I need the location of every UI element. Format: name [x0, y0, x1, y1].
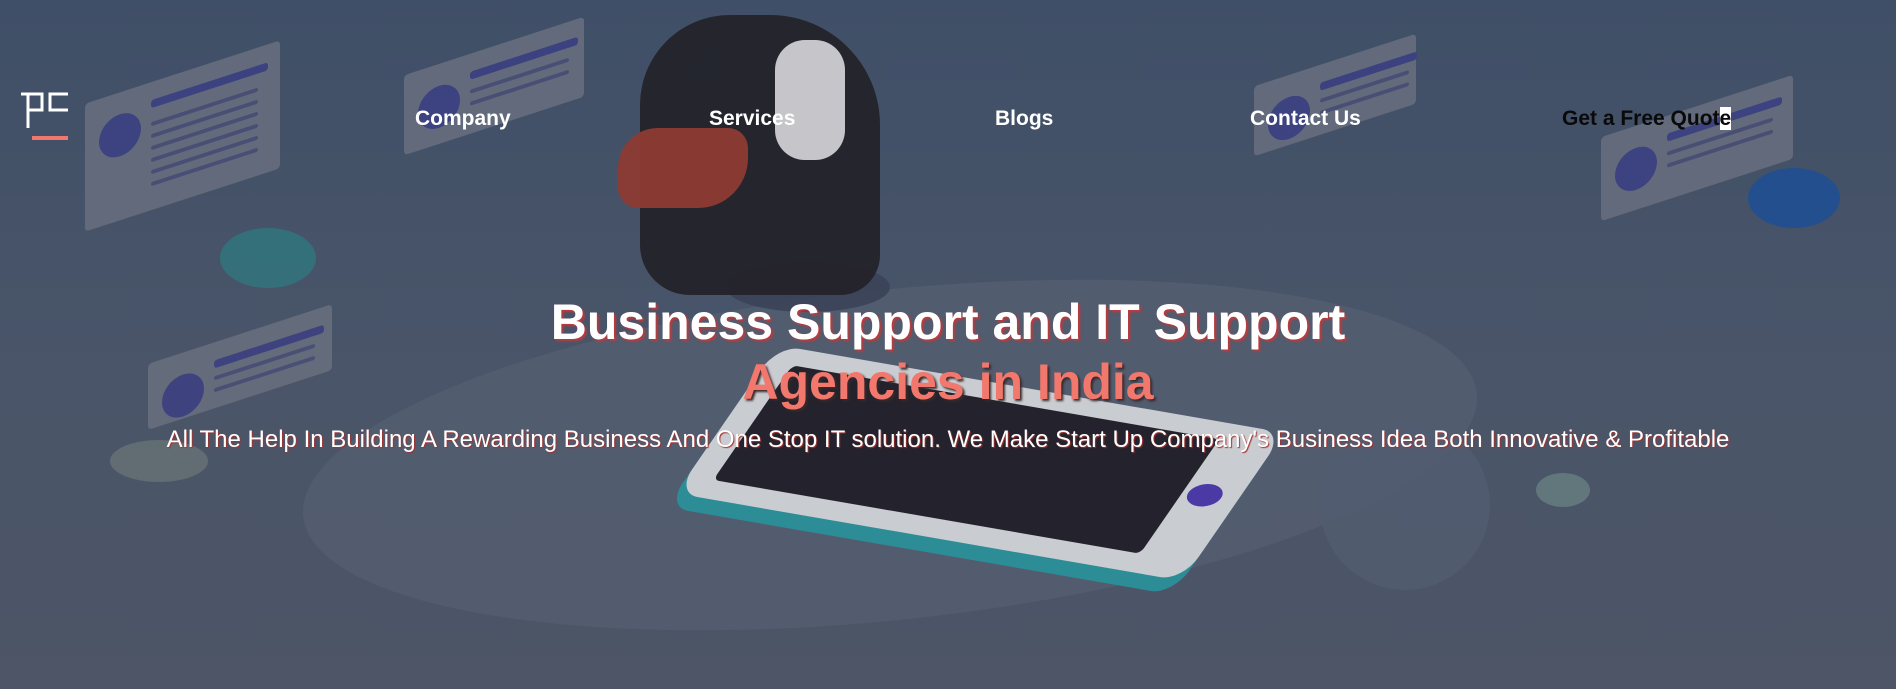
- info-card-illustration: [404, 16, 584, 156]
- decor-bubble: [1748, 168, 1840, 228]
- hero-section: Company Services Blogs Contact Us Get a …: [0, 0, 1896, 689]
- decor-bubble: [220, 228, 316, 288]
- clock-icon: [1615, 140, 1657, 197]
- person-illustration-red: [618, 128, 748, 208]
- hero-subtitle: Agencies in India: [742, 354, 1154, 410]
- power2create-logo-icon: [21, 92, 68, 140]
- info-card-illustration: [1254, 33, 1418, 157]
- hero-title: Business Support and IT Support: [550, 294, 1346, 350]
- nav-contact-us[interactable]: Contact Us: [1250, 107, 1361, 131]
- search-icon: [99, 107, 141, 164]
- nav-company[interactable]: Company: [415, 107, 511, 131]
- decor-bubble: [1536, 473, 1590, 507]
- cta-label-suffix: e: [1719, 107, 1732, 130]
- cta-label-prefix: Get a Free Quot: [1562, 107, 1720, 130]
- phone-home-button: [1181, 481, 1229, 509]
- nav-services[interactable]: Services: [709, 107, 795, 131]
- person-illustration-shirt: [775, 40, 845, 160]
- nav-blogs[interactable]: Blogs: [995, 107, 1053, 131]
- hero-description: All The Help In Building A Rewarding Bus…: [166, 426, 1730, 453]
- logo-link[interactable]: [18, 92, 72, 142]
- info-card-illustration: [85, 40, 280, 232]
- get-free-quote-button[interactable]: Get a Free Quote: [1562, 107, 1732, 131]
